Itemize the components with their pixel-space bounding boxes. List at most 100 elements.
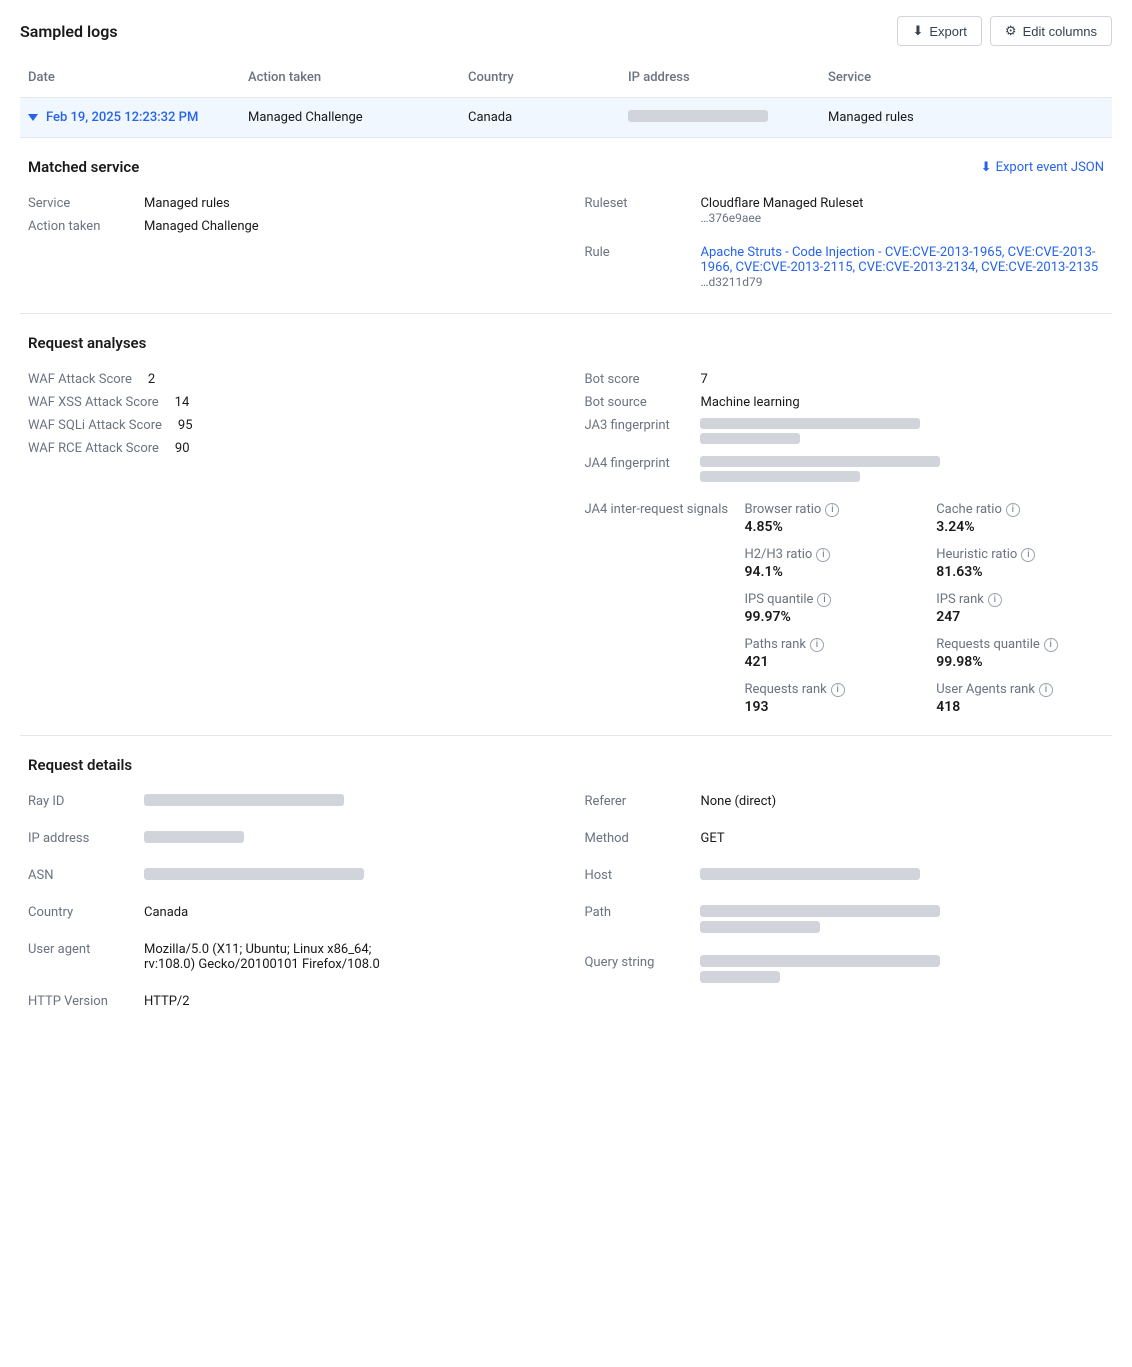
request-details-left: Ray ID IP address ASN Country Canada Use… xyxy=(28,790,544,1013)
requests-rank-label: Requests rank i xyxy=(744,682,912,697)
row-date[interactable]: Feb 19, 2025 12:23:32 PM xyxy=(20,106,240,129)
path-field: Path xyxy=(584,901,1104,937)
waf-attack-label: WAF Attack Score xyxy=(28,372,132,387)
ja4-inter-label: JA4 inter-request signals xyxy=(584,502,744,517)
ips-quantile-label: IPS quantile i xyxy=(744,592,912,607)
ruleset-field: Ruleset Cloudflare Managed Ruleset …376e… xyxy=(584,192,1104,229)
col-date: Date xyxy=(20,66,240,89)
query-string-field: Query string xyxy=(584,951,1104,987)
waf-sqli-value: 95 xyxy=(178,418,193,433)
ips-rank-label: IPS rank i xyxy=(936,592,1104,607)
ruleset-name: Cloudflare Managed Ruleset xyxy=(700,196,863,211)
ray-id-label: Ray ID xyxy=(28,794,128,809)
heuristic-ratio-value: 81.63% xyxy=(936,564,1104,580)
rule-hash: …d3211d79 xyxy=(700,275,1104,289)
row-action: Managed Challenge xyxy=(240,106,460,129)
ja3-field: JA3 fingerprint xyxy=(584,414,1104,452)
requests-rank-info-icon[interactable]: i xyxy=(831,683,845,697)
matched-service-header: Matched service ⬇ Export event JSON xyxy=(28,158,1104,176)
waf-sqli-field: WAF SQLi Attack Score 95 xyxy=(28,414,544,437)
col-service: Service xyxy=(820,66,1112,89)
ja4-blur-1 xyxy=(700,456,940,467)
bot-score-field: Bot score 7 xyxy=(584,368,1104,391)
bot-score-label: Bot score xyxy=(584,372,684,387)
h2h3-ratio-label: H2/H3 ratio i xyxy=(744,547,912,562)
row-service: Managed rules xyxy=(820,106,1112,129)
waf-sqli-label: WAF SQLi Attack Score xyxy=(28,418,162,433)
cache-ratio-info-icon[interactable]: i xyxy=(1006,503,1020,517)
referer-field: Referer None (direct) xyxy=(584,790,1104,813)
chevron-down-icon xyxy=(28,114,38,121)
ja3-blur-1 xyxy=(700,418,920,429)
browser-ratio-info-icon[interactable]: i xyxy=(825,503,839,517)
paths-rank-info-icon[interactable]: i xyxy=(810,638,824,652)
ips-quantile-info-icon[interactable]: i xyxy=(817,593,831,607)
ip-label: IP address xyxy=(28,831,128,846)
table-header: Date Action taken Country IP address Ser… xyxy=(20,58,1112,98)
heuristic-ratio-info-icon[interactable]: i xyxy=(1021,548,1035,562)
ja4-inter-signals: JA4 inter-request signals Browser ratio … xyxy=(584,502,1104,715)
country-value: Canada xyxy=(144,905,188,920)
paths-rank-value: 421 xyxy=(744,654,912,670)
path-blur-1 xyxy=(700,905,940,917)
user-agents-rank-info-icon[interactable]: i xyxy=(1039,683,1053,697)
request-details-section: Request details Ray ID IP address ASN xyxy=(20,736,1112,1033)
asn-field: ASN xyxy=(28,864,544,887)
export-label: Export xyxy=(929,24,967,39)
ja3-label: JA3 fingerprint xyxy=(584,418,684,433)
service-value: Managed rules xyxy=(144,196,230,211)
request-details-right: Referer None (direct) Method GET Host Pa… xyxy=(544,790,1104,1013)
waf-rce-label: WAF RCE Attack Score xyxy=(28,441,159,456)
download-icon: ⬇ xyxy=(912,23,923,39)
ip-blurred xyxy=(628,110,768,122)
waf-scores: WAF Attack Score 2 WAF XSS Attack Score … xyxy=(28,368,544,715)
rule-link[interactable]: Apache Struts - Code Injection - CVE:CVE… xyxy=(700,245,1104,275)
ruleset-label: Ruleset xyxy=(584,196,684,211)
bot-source-label: Bot source xyxy=(584,395,684,410)
waf-rce-value: 90 xyxy=(175,441,190,456)
h2h3-ratio-info-icon[interactable]: i xyxy=(816,548,830,562)
requests-quantile-value: 99.98% xyxy=(936,654,1104,670)
waf-attack-field: WAF Attack Score 2 xyxy=(28,368,544,391)
table-row[interactable]: Feb 19, 2025 12:23:32 PM Managed Challen… xyxy=(20,98,1112,138)
h2h3-ratio-metric: H2/H3 ratio i 94.1% xyxy=(744,547,912,580)
rule-field: Rule Apache Struts - Code Injection - CV… xyxy=(584,241,1104,293)
method-field: Method GET xyxy=(584,827,1104,850)
referer-value: None (direct) xyxy=(700,794,776,809)
requests-quantile-info-icon[interactable]: i xyxy=(1044,638,1058,652)
user-agents-rank-metric: User Agents rank i 418 xyxy=(936,682,1104,715)
ips-rank-value: 247 xyxy=(936,609,1104,625)
method-value: GET xyxy=(700,831,724,846)
http-version-label: HTTP Version xyxy=(28,994,128,1009)
rule-value-group: Apache Struts - Code Injection - CVE:CVE… xyxy=(700,245,1104,289)
user-agents-rank-label: User Agents rank i xyxy=(936,682,1104,697)
cache-ratio-metric: Cache ratio i 3.24% xyxy=(936,502,1104,535)
browser-ratio-metric: Browser ratio i 4.85% xyxy=(744,502,912,535)
matched-service-title: Matched service xyxy=(28,158,139,176)
ips-rank-info-icon[interactable]: i xyxy=(988,593,1002,607)
country-label: Country xyxy=(28,905,128,920)
request-details-title: Request details xyxy=(28,756,132,774)
service-label: Service xyxy=(28,196,128,211)
page-container: Sampled logs ⬇ Export ⚙ Edit columns Dat… xyxy=(0,0,1132,1049)
col-country: Country xyxy=(460,66,620,89)
query-blur-2 xyxy=(700,971,780,983)
signal-metrics-grid: Browser ratio i 4.85% Cache ratio i xyxy=(744,502,1104,715)
matched-service-section: Matched service ⬇ Export event JSON Serv… xyxy=(20,138,1112,314)
ja4-blurred xyxy=(700,456,940,486)
requests-rank-value: 193 xyxy=(744,699,912,715)
referer-label: Referer xyxy=(584,794,684,809)
ip-blurred-detail xyxy=(144,831,244,843)
bot-source-field: Bot source Machine learning xyxy=(584,391,1104,414)
gear-icon: ⚙ xyxy=(1005,23,1017,39)
host-blurred xyxy=(700,868,920,880)
export-button[interactable]: ⬇ Export xyxy=(897,16,981,46)
requests-rank-metric: Requests rank i 193 xyxy=(744,682,912,715)
export-event-json-link[interactable]: ⬇ Export event JSON xyxy=(981,160,1104,175)
ruleset-value-group: Cloudflare Managed Ruleset …376e9aee xyxy=(700,196,863,225)
edit-columns-button[interactable]: ⚙ Edit columns xyxy=(990,16,1112,46)
download-icon-small: ⬇ xyxy=(981,160,992,175)
ruleset-id: …376e9aee xyxy=(700,211,863,225)
request-details-body: Ray ID IP address ASN Country Canada Use… xyxy=(28,790,1104,1013)
waf-rce-field: WAF RCE Attack Score 90 xyxy=(28,437,544,460)
